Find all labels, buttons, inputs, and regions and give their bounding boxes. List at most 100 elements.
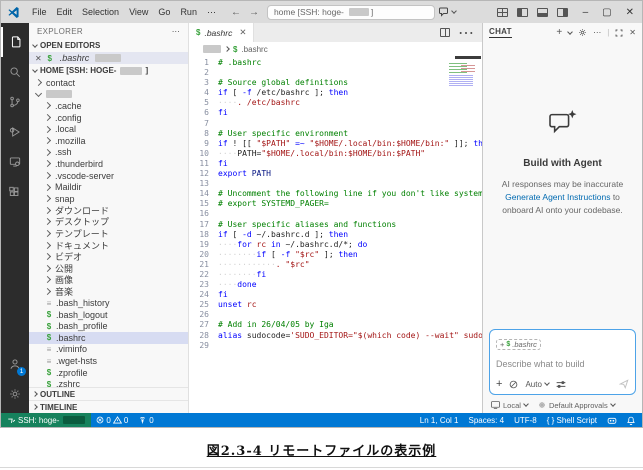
- chat-input-placeholder[interactable]: Describe what to build: [496, 359, 629, 369]
- code-line: 12 export PATH: [189, 169, 482, 179]
- tree-item[interactable]: .vscode-server: [29, 170, 188, 182]
- nav-back-icon[interactable]: ←: [231, 7, 241, 18]
- editor-more-actions-icon[interactable]: ⋯: [458, 23, 474, 43]
- cursor-position[interactable]: Ln 1, Col 1: [415, 416, 464, 425]
- toggle-secondary-sidebar-icon[interactable]: [556, 7, 568, 17]
- copilot-status-icon[interactable]: [602, 416, 622, 425]
- menu-file[interactable]: File: [27, 4, 52, 20]
- tree-item[interactable]: .config: [29, 112, 188, 124]
- tree-item[interactable]: $ .zshrc: [29, 378, 188, 387]
- explorer-more-actions-icon[interactable]: ⋯: [172, 27, 180, 36]
- menu-go[interactable]: Go: [153, 4, 175, 20]
- line-number: 4: [204, 88, 209, 98]
- attach-context-icon[interactable]: +: [496, 378, 502, 390]
- tree-item[interactable]: contact: [29, 77, 188, 89]
- timeline-section-header[interactable]: TIMELINE: [29, 400, 188, 413]
- menu-selection[interactable]: Selection: [77, 4, 124, 20]
- open-editor-item-bashrc[interactable]: ✕ $ .bashrc: [29, 52, 188, 64]
- tree-item[interactable]: 音楽: [29, 286, 188, 298]
- chat-input-box[interactable]: + $ .bashrc Describe what to build + Aut…: [489, 329, 636, 395]
- explorer-icon[interactable]: [1, 27, 29, 57]
- tree-item[interactable]: .cache: [29, 100, 188, 112]
- approvals-picker[interactable]: Default Approvals: [538, 400, 616, 410]
- tree-item-label: .bash_profile: [56, 321, 108, 332]
- menu-run[interactable]: Run: [175, 4, 202, 20]
- tree-item-label: .zshrc: [56, 379, 81, 387]
- tree-item-label: 音楽: [55, 286, 74, 297]
- approvals-label: Default Approvals: [548, 400, 608, 410]
- nav-forward-icon[interactable]: →: [249, 7, 259, 18]
- minimap-slider[interactable]: [455, 56, 481, 59]
- tree-item[interactable]: $ .bashrc: [29, 332, 188, 344]
- voice-icon[interactable]: [509, 380, 518, 389]
- tree-item[interactable]: 公開: [29, 263, 188, 275]
- tree-item[interactable]: $ .bash_profile: [29, 320, 188, 332]
- mode-picker[interactable]: Auto: [525, 380, 550, 389]
- tree-item[interactable]: .ssh: [29, 147, 188, 159]
- problems-indicator[interactable]: 0 0: [91, 416, 133, 425]
- source-control-icon[interactable]: [1, 87, 29, 117]
- ports-indicator[interactable]: 0: [133, 416, 158, 425]
- session-target-picker[interactable]: Local: [491, 401, 529, 410]
- tree-item[interactable]: .thunderbird: [29, 158, 188, 170]
- customize-layout-icon[interactable]: [496, 7, 508, 17]
- tree-item[interactable]: デスクトップ: [29, 216, 188, 228]
- tree-item[interactable]: .local: [29, 123, 188, 135]
- remote-indicator[interactable]: SSH: hoge-: [1, 413, 92, 427]
- tree-item[interactable]: ≡ .wget-hsts: [29, 355, 188, 367]
- tree-item-label: .vscode-server: [55, 170, 115, 181]
- generate-agent-instructions-link[interactable]: Generate Agent Instructions: [505, 192, 610, 202]
- remote-explorer-icon[interactable]: [1, 147, 29, 177]
- tree-item[interactable]: $ .bash_logout: [29, 309, 188, 321]
- breadcrumb[interactable]: $ .bashrc: [189, 42, 482, 56]
- line-number: 12: [199, 169, 209, 179]
- indentation-indicator[interactable]: Spaces: 4: [464, 416, 510, 425]
- chevron-right-icon: [43, 102, 52, 110]
- toggle-primary-sidebar-icon[interactable]: [516, 7, 528, 17]
- language-mode[interactable]: { } Shell Script: [542, 416, 602, 425]
- menu-view[interactable]: View: [124, 4, 153, 20]
- tree-item[interactable]: [29, 89, 188, 101]
- tree-item[interactable]: 画像: [29, 274, 188, 286]
- menu-more[interactable]: ⋯: [202, 4, 221, 20]
- copilot-menu-button[interactable]: [438, 7, 457, 17]
- command-center[interactable]: home [SSH: hoge- ]: [266, 4, 435, 20]
- workspace-root-header[interactable]: HOME [SSH: HOGE- ]: [29, 64, 188, 77]
- chevron-down-icon: [523, 401, 529, 407]
- chevron-right-icon: [43, 183, 52, 191]
- tree-item-label: contact: [46, 77, 76, 88]
- tab-close-icon[interactable]: ✕: [239, 27, 246, 38]
- settings-gear-icon[interactable]: [1, 379, 29, 409]
- tree-item[interactable]: $ .zprofile: [29, 367, 188, 379]
- code-line: 22 ········fi: [189, 270, 482, 280]
- open-editors-header[interactable]: OPEN EDITORS: [29, 39, 188, 52]
- tools-icon[interactable]: [556, 380, 566, 389]
- tree-item[interactable]: ≡ .bash_history: [29, 297, 188, 309]
- minimap[interactable]: [449, 59, 479, 91]
- code-editor[interactable]: 1 # .bashrc 2 3 # Source global definitions 4…: [189, 56, 482, 413]
- menu-edit[interactable]: Edit: [52, 4, 78, 20]
- run-and-debug-icon[interactable]: [1, 117, 29, 147]
- notifications-bell-icon[interactable]: [622, 416, 642, 425]
- tree-item[interactable]: .mozilla: [29, 135, 188, 147]
- tree-item[interactable]: ドキュメント: [29, 239, 188, 251]
- tree-item[interactable]: Maildir: [29, 181, 188, 193]
- search-icon[interactable]: [1, 57, 29, 87]
- outline-section-header[interactable]: OUTLINE: [29, 387, 188, 400]
- chat-footer: Local Default Approvals: [483, 397, 642, 413]
- tree-item[interactable]: ≡ .viminfo: [29, 344, 188, 356]
- tab-bashrc[interactable]: $ .bashrc ✕: [189, 23, 255, 42]
- split-editor-icon[interactable]: [440, 28, 450, 37]
- tree-item[interactable]: snap: [29, 193, 188, 205]
- encoding-indicator[interactable]: UTF-8: [509, 416, 542, 425]
- chevron-right-icon: [43, 218, 52, 226]
- close-icon[interactable]: ✕: [35, 54, 42, 63]
- tree-item[interactable]: ビデオ: [29, 251, 188, 263]
- extensions-icon[interactable]: [1, 177, 29, 207]
- send-icon[interactable]: [619, 379, 629, 389]
- accounts-icon[interactable]: 1: [1, 349, 29, 379]
- tree-item[interactable]: ダウンロード: [29, 205, 188, 217]
- tree-item[interactable]: テンプレート: [29, 228, 188, 240]
- toggle-panel-icon[interactable]: [536, 7, 548, 17]
- context-chip-bashrc[interactable]: + $ .bashrc: [496, 339, 541, 350]
